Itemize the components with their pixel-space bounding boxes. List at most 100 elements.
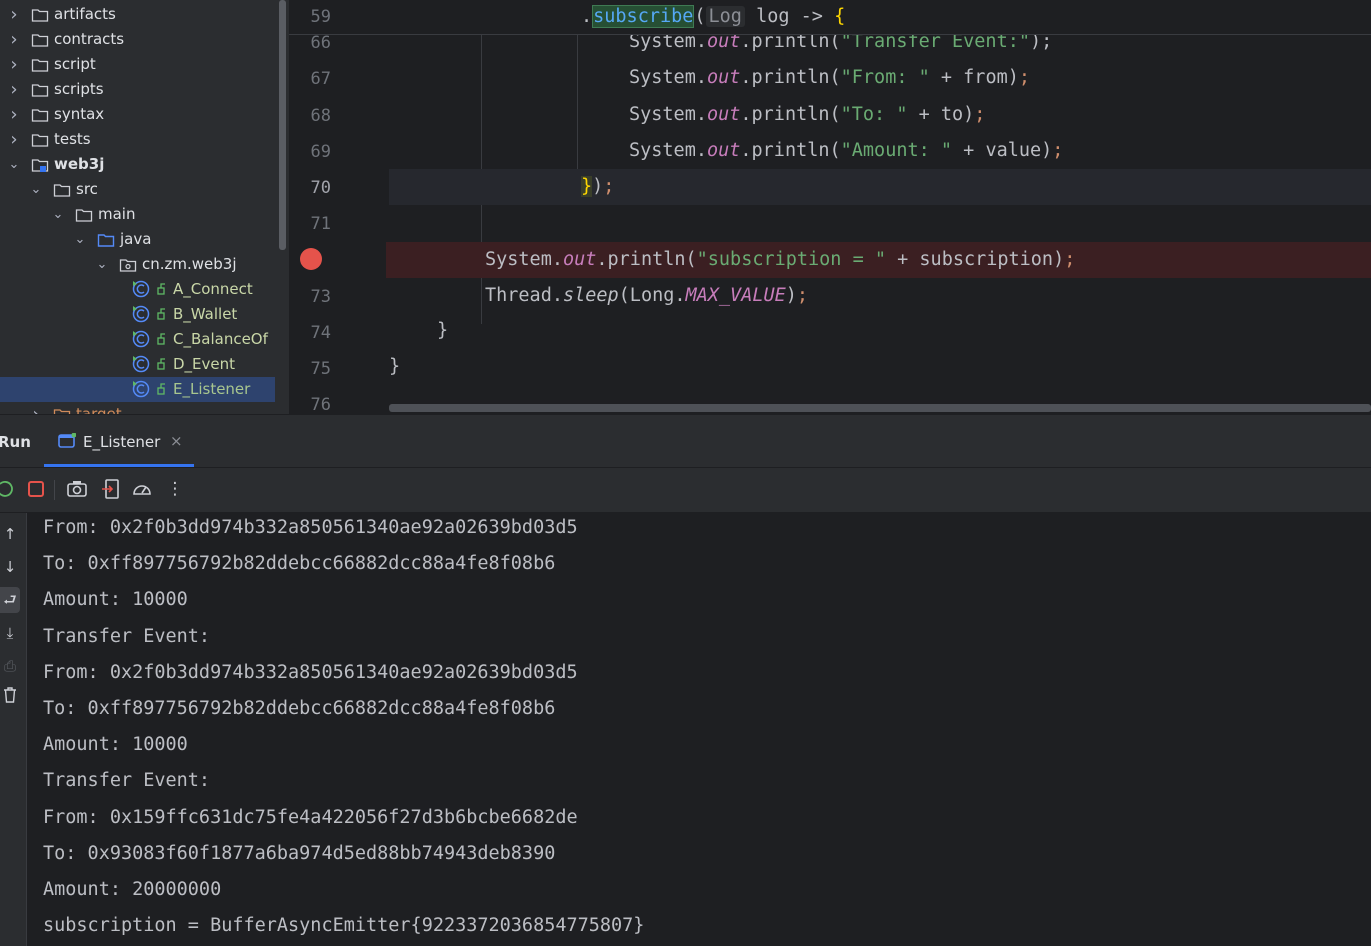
- line-number[interactable]: 73: [289, 287, 331, 307]
- chevron-down-icon[interactable]: ⌄: [8, 152, 20, 177]
- run-toolbar: ⋮: [0, 468, 1371, 513]
- sticky-scroll-header[interactable]: 59 .subscribe(Log log -> {: [289, 0, 1371, 35]
- soft-wrap-icon[interactable]: ⮐: [0, 587, 20, 613]
- chevron-right-icon[interactable]: ›: [8, 2, 20, 27]
- console-side-toolbar: ↑ ↓ ⮐ ⤓ ⎙: [0, 513, 27, 946]
- console-line: To: 0x93083f60f1877a6ba974d5ed88bb74943d…: [43, 842, 556, 864]
- excluded-folder-icon: [53, 406, 71, 414]
- breakpoint-icon[interactable]: [300, 248, 322, 270]
- folder-icon: [31, 131, 49, 147]
- line-number[interactable]: 71: [289, 214, 331, 234]
- stop-icon[interactable]: [25, 478, 47, 500]
- line-number[interactable]: 70: [289, 178, 331, 198]
- code-line-73[interactable]: Thread.sleep(Long.MAX_VALUE);: [389, 278, 1371, 314]
- arrow-up-icon[interactable]: ↑: [0, 521, 20, 547]
- tree-item-label: E_Listener: [173, 380, 251, 398]
- tree-item-label: tests: [54, 130, 91, 148]
- code-editor[interactable]: 66 67 68 69 70 71 73 74 75 76 System.out.println(…: [289, 0, 1371, 414]
- code-token: "To: ": [840, 104, 908, 125]
- code-token: System.: [485, 249, 563, 270]
- tab-underline: [44, 464, 194, 467]
- run-config-icon: [58, 433, 76, 448]
- code-token: MAX_VALUE: [685, 285, 786, 306]
- code-token: out: [562, 249, 597, 270]
- java-class-icon: [132, 330, 165, 348]
- tree-item-web3j[interactable]: ⌄ web3j: [0, 152, 289, 177]
- chevron-down-icon[interactable]: ⌄: [52, 202, 64, 227]
- more-options-icon[interactable]: ⋮: [164, 478, 186, 500]
- tree-item-script[interactable]: › script: [0, 52, 289, 77]
- close-icon[interactable]: ×: [170, 432, 183, 450]
- line-number[interactable]: 75: [289, 359, 331, 379]
- line-number[interactable]: 66: [289, 33, 331, 53]
- tree-item-d-event[interactable]: D_Event: [0, 352, 289, 377]
- console-line: To: 0xff897756792b82ddebcc66882dcc88a4fe…: [43, 698, 556, 719]
- code-token: }: [581, 176, 593, 197]
- line-number[interactable]: 68: [289, 106, 331, 126]
- line-number[interactable]: 74: [289, 323, 331, 343]
- tree-item-a-connect[interactable]: A_Connect: [0, 277, 289, 302]
- camera-icon[interactable]: [66, 478, 88, 500]
- chevron-right-icon[interactable]: ›: [8, 77, 20, 102]
- tree-item-label: syntax: [54, 105, 105, 123]
- tree-item-syntax[interactable]: › syntax: [0, 102, 289, 127]
- trash-icon[interactable]: [0, 685, 20, 711]
- print-icon[interactable]: ⎙: [0, 653, 20, 679]
- tree-item-label: main: [98, 205, 136, 223]
- java-class-icon: [132, 305, 165, 323]
- console-line: Transfer Event:: [43, 770, 211, 792]
- tree-item-src[interactable]: ⌄ src: [0, 177, 289, 202]
- tree-item-cn-zm-web3j[interactable]: ⌄ cn.zm.web3j: [0, 252, 289, 277]
- editor-horizontal-scrollbar[interactable]: [389, 404, 1371, 412]
- line-number[interactable]: 67: [289, 69, 331, 89]
- chevron-right-icon[interactable]: ›: [8, 27, 20, 52]
- chevron-down-icon[interactable]: ⌄: [96, 252, 108, 277]
- code-line-72[interactable]: System.out.println("subscription = " + s…: [386, 242, 1371, 278]
- chevron-down-icon[interactable]: ⌄: [30, 177, 42, 202]
- run-tab-e-listener[interactable]: E_Listener ×: [44, 415, 194, 467]
- chevron-right-icon[interactable]: ›: [8, 102, 20, 127]
- chevron-down-icon[interactable]: ⌄: [74, 227, 86, 252]
- chevron-right-icon[interactable]: ›: [8, 127, 20, 152]
- scroll-to-end-icon[interactable]: ⤓: [0, 620, 20, 646]
- tree-item-e-listener[interactable]: E_Listener: [0, 377, 275, 402]
- tree-item-b-wallet[interactable]: B_Wallet: [0, 302, 289, 327]
- code-token: "Amount: ": [840, 140, 953, 161]
- code-line-67[interactable]: System.out.println("From: " + from);: [389, 60, 1371, 96]
- code-token: .println(: [740, 140, 841, 161]
- code-token: + value): [952, 140, 1053, 161]
- tree-item-label: web3j: [54, 155, 105, 173]
- arrow-down-icon[interactable]: ↓: [0, 554, 20, 580]
- console-line: Amount: 20000000: [43, 879, 222, 900]
- tree-item-java[interactable]: ⌄ java: [0, 227, 289, 252]
- chevron-right-icon[interactable]: ›: [8, 52, 20, 77]
- tree-item-main[interactable]: ⌄ main: [0, 202, 289, 227]
- tree-item-tests[interactable]: › tests: [0, 127, 289, 152]
- code-token: + subscription): [886, 249, 1065, 270]
- exit-icon[interactable]: [100, 478, 122, 500]
- code-token: "subscription = ": [696, 249, 886, 270]
- tree-item-target[interactable]: › target: [0, 402, 289, 414]
- tree-item-c-balanceof[interactable]: C_BalanceOf: [0, 327, 289, 352]
- project-tree[interactable]: › artifacts › contracts › script › scripts › synt…: [0, 0, 289, 414]
- code-line-75[interactable]: }: [389, 349, 1371, 385]
- tree-item-scripts[interactable]: › scripts: [0, 77, 289, 102]
- code-token: .: [581, 6, 593, 27]
- rerun-icon[interactable]: [0, 478, 16, 500]
- code-token: out: [706, 104, 741, 125]
- console-output[interactable]: From: 0x2f0b3dd974b332a850561340ae92a026…: [27, 513, 1371, 946]
- code-line-70[interactable]: });: [389, 169, 1371, 205]
- line-number[interactable]: 69: [289, 142, 331, 162]
- profiler-icon[interactable]: [131, 478, 153, 500]
- code-line-74[interactable]: }: [389, 313, 1371, 349]
- code-line-69[interactable]: System.out.println("Amount: " + value);: [389, 133, 1371, 169]
- code-token: + to): [907, 104, 975, 125]
- tree-scrollbar[interactable]: [279, 0, 286, 250]
- line-number[interactable]: 76: [289, 395, 331, 414]
- tree-item-artifacts[interactable]: › artifacts: [0, 2, 289, 27]
- code-line-68[interactable]: System.out.println("To: " + to);: [389, 97, 1371, 133]
- tree-item-label: cn.zm.web3j: [142, 255, 237, 273]
- console-line: Amount: 10000: [43, 734, 188, 756]
- chevron-right-icon[interactable]: ›: [30, 402, 42, 414]
- tree-item-contracts[interactable]: › contracts: [0, 27, 289, 52]
